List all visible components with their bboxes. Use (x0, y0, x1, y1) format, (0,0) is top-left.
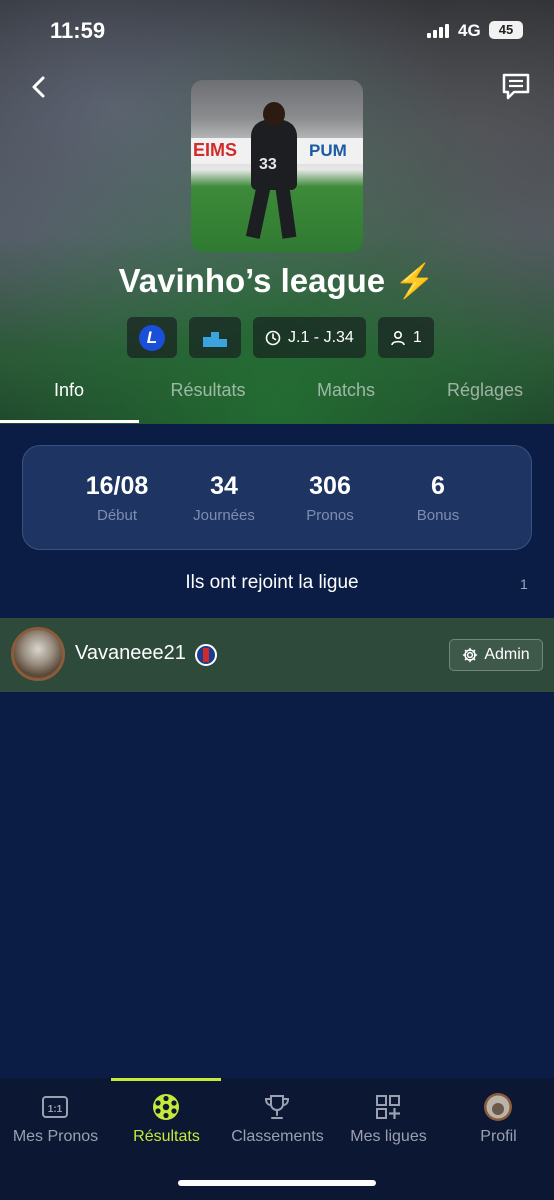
nav-label: Profil (480, 1128, 517, 1145)
league-stats-card: 16/08 Début 34 Journées 306 Pronos 6 Bon… (22, 445, 532, 550)
tab-reglages[interactable]: Réglages (416, 374, 554, 422)
stat-rounds: 34 Journées (174, 472, 274, 524)
stat-predictions: 306 Pronos (280, 472, 380, 524)
joined-section-title: Ils ont rejoint la ligue (185, 572, 359, 593)
ligue1-logo-icon: L (139, 324, 165, 351)
gear-icon (463, 647, 478, 663)
stat-bonus: 6 Bonus (388, 472, 488, 524)
chat-button[interactable] (500, 70, 532, 102)
league-title: Vavinho’s league ⚡ (118, 262, 436, 299)
nav-label: Classements (231, 1128, 324, 1145)
league-tabs: Info Résultats Matchs Réglages (0, 374, 554, 422)
nav-resultats[interactable]: Résultats (111, 1078, 222, 1158)
tab-info[interactable]: Info (0, 374, 138, 422)
ranking-badge[interactable] (189, 317, 241, 358)
stat-start: 16/08 Début (67, 472, 167, 524)
stat-value: 6 (431, 472, 445, 500)
nav-mes-ligues[interactable]: Mes ligues (333, 1078, 444, 1158)
range-label: J.1 - J.34 (288, 328, 354, 346)
svg-text:1:1: 1:1 (48, 1104, 63, 1115)
player-head (263, 102, 285, 126)
competition-badge[interactable]: L (127, 317, 177, 358)
user-icon (391, 330, 405, 345)
tab-matchs[interactable]: Matchs (277, 374, 415, 422)
nav-label: Mes Pronos (12, 1128, 99, 1145)
stat-label: Journées (193, 507, 255, 524)
nav-classements[interactable]: Classements (222, 1078, 333, 1158)
members-badge[interactable]: 1 (377, 317, 434, 358)
league-photo: EIMS PUM 33 (191, 80, 363, 252)
profile-avatar-icon (484, 1093, 512, 1121)
chat-icon (502, 73, 530, 100)
active-tab-indicator (0, 420, 139, 423)
status-time: 11:59 (50, 18, 106, 43)
tab-resultats[interactable]: Résultats (139, 374, 277, 422)
add-grid-icon (376, 1095, 400, 1119)
admin-button[interactable]: Admin (449, 639, 543, 671)
player-leg (275, 187, 297, 239)
stat-value: 34 (210, 472, 238, 500)
admin-label: Admin (484, 646, 530, 663)
status-bar: 11:59 4G 45 (0, 0, 554, 60)
member-row[interactable]: Vavaneee21 Admin (0, 618, 554, 692)
stat-label: Début (96, 507, 138, 524)
nav-profil[interactable]: Profil (443, 1078, 554, 1158)
avatar (11, 627, 65, 681)
trophy-icon (264, 1095, 290, 1119)
member-name: Vavaneee21 (75, 642, 186, 664)
stat-label: Pronos (306, 507, 354, 524)
range-badge[interactable]: J.1 - J.34 (253, 317, 366, 358)
back-button[interactable] (26, 72, 52, 102)
nav-label: Mes ligues (350, 1128, 427, 1145)
stat-value: 16/08 (85, 472, 149, 500)
banner-ad-right: PUM (309, 141, 347, 160)
scoreboard-icon: 1:1 (42, 1096, 68, 1118)
football-icon (153, 1094, 179, 1120)
jersey-number: 33 (259, 156, 277, 173)
members-count: 1 (412, 328, 422, 346)
league-badges: L J.1 - J.34 1 (127, 317, 434, 359)
player-leg (245, 187, 271, 239)
club-badge-icon (195, 644, 217, 666)
stat-label: Bonus (416, 507, 460, 524)
stat-value: 306 (309, 472, 351, 500)
chevron-left-icon (32, 76, 45, 98)
banner-ad-left: EIMS (193, 140, 238, 160)
joined-count: 1 (520, 576, 528, 592)
clock-icon (265, 330, 281, 345)
battery-icon: 45 (489, 21, 523, 39)
home-indicator (178, 1180, 376, 1186)
player-figure (251, 120, 297, 190)
nav-label: Résultats (133, 1128, 200, 1145)
network-label: 4G (458, 21, 481, 40)
nav-mes-pronos[interactable]: 1:1 Mes Pronos (0, 1078, 111, 1158)
signal-icon (427, 24, 451, 38)
podium-icon (203, 331, 227, 347)
